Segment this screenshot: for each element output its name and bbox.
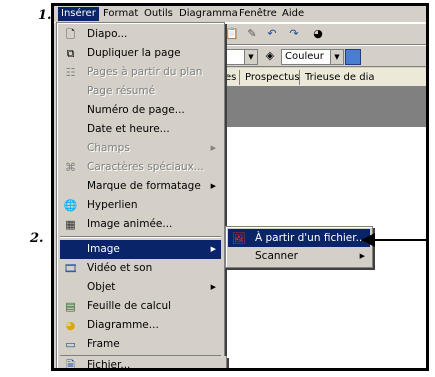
menu-item-caracteres-speciaux: ⌘ Caractères spéciaux... xyxy=(65,161,204,174)
menu-item-date-et-heure[interactable]: Date et heure... xyxy=(60,120,221,139)
workspace-background xyxy=(219,87,426,127)
menu-item-frame[interactable]: ▭ Frame xyxy=(60,335,221,354)
submenu-item-a-partir-dun-fichier[interactable]: 🖼 À partir d'un fichier... xyxy=(228,229,370,247)
submenu-item-scanner[interactable]: Scanner ▶ xyxy=(228,247,370,265)
line-style-combo[interactable]: ▼ xyxy=(223,49,258,65)
spreadsheet-icon: ▤ xyxy=(65,300,76,313)
step-2-label: 2. xyxy=(30,231,44,246)
menu-outils[interactable]: Outils xyxy=(141,7,176,21)
standard-toolbar: 📋 ✎ ↶ ↷ ◕ xyxy=(219,23,426,45)
color-combo-value: Couleur xyxy=(285,51,324,62)
redo-icon[interactable]: ↷ xyxy=(287,27,301,41)
menu-item-fichier[interactable]: 🗎 Fichier... xyxy=(60,356,223,368)
menu-item-feuille-de-calcul[interactable]: ▤ Feuille de calcul xyxy=(60,297,221,316)
chevron-down-icon[interactable]: ▼ xyxy=(330,50,343,64)
fill-bucket-icon[interactable]: ◈ xyxy=(263,49,277,63)
pages-from-outline-icon: ☷ xyxy=(65,66,76,79)
insert-menu: 🗋 Diapo... ⧉ Dupliquer la page ☷ Pages à… xyxy=(56,22,225,366)
duplicate-page-icon: ⧉ xyxy=(66,47,75,60)
chart-icon: ◕ xyxy=(65,319,76,332)
undo-icon[interactable]: ↶ xyxy=(265,27,279,41)
hyperlink-icon: 🌐 xyxy=(63,199,78,212)
from-file-icon: 🖼 xyxy=(231,232,246,245)
menu-bar: Insérer Format Outils Diagramma Fenêtre … xyxy=(54,6,426,23)
menu-item-pages-a-partir-du-plan: ☷ Pages à partir du plan xyxy=(60,63,221,82)
special-characters-icon: ⌘ xyxy=(65,161,76,174)
insert-file-icon: 🗎 xyxy=(66,359,75,368)
menu-item-numero-de-page[interactable]: Numéro de page... xyxy=(60,101,221,120)
line-fill-toolbar: ▼ ◈ Couleur ▼ xyxy=(219,45,426,67)
tab-prospectus[interactable]: Prospectus xyxy=(239,70,305,85)
menu-fenetre[interactable]: Fenêtre xyxy=(236,7,280,21)
submenu-arrow-icon: ▶ xyxy=(359,252,365,260)
menu-item-marque-de-formatage[interactable]: Marque de formatage ▶ xyxy=(60,177,221,196)
menu-item-image-animee[interactable]: ▦ Image animée... xyxy=(60,215,221,234)
menu-item-diagramme[interactable]: ◕ Diagramme... xyxy=(60,316,221,335)
view-tabs: es Prospectus Trieuse de dia xyxy=(219,68,426,87)
image-submenu: 🖼 À partir d'un fichier... Scanner ▶ xyxy=(225,226,373,268)
pointer-arrow-icon xyxy=(361,233,375,247)
new-slide-icon: 🗋 xyxy=(66,28,75,41)
menu-item-dupliquer-la-page[interactable]: ⧉ Dupliquer la page xyxy=(60,44,221,63)
submenu-arrow-icon: ▶ xyxy=(210,182,216,190)
menu-separator xyxy=(60,236,221,238)
fill-color-icon[interactable] xyxy=(345,49,361,65)
menu-item-image[interactable]: Image ▶ xyxy=(60,240,221,259)
menu-item-diapo[interactable]: 🗋 Diapo... xyxy=(60,25,221,44)
menu-format[interactable]: Format xyxy=(100,7,141,21)
chevron-down-icon[interactable]: ▼ xyxy=(244,50,257,64)
menu-item-champs: Champs ▶ xyxy=(60,139,221,158)
video-sound-icon: 🎞 xyxy=(63,262,78,275)
color-combo[interactable]: Couleur ▼ xyxy=(281,49,344,65)
menu-diagramma[interactable]: Diagramma xyxy=(176,7,241,21)
menu-aide[interactable]: Aide xyxy=(279,7,307,21)
menu-item-video-et-son[interactable]: 🎞 Vidéo et son xyxy=(60,259,221,278)
submenu-arrow-icon: ▶ xyxy=(210,144,216,152)
pointer-arrow-shaft xyxy=(372,239,428,241)
app-window: Insérer Format Outils Diagramma Fenêtre … xyxy=(54,6,426,368)
screenshot-frame: Insérer Format Outils Diagramma Fenêtre … xyxy=(51,3,429,371)
menu-item-fichier-wrapper: 🗎 Fichier... xyxy=(56,356,227,368)
menu-item-page-resume: Page résumé xyxy=(87,85,156,97)
chart-toolbar-icon[interactable]: ◕ xyxy=(311,27,325,41)
format-paintbrush-icon[interactable]: ✎ xyxy=(245,27,259,41)
frame-icon: ▭ xyxy=(65,338,76,351)
step-1-label: 1. xyxy=(38,8,52,23)
menu-inserer[interactable]: Insérer xyxy=(58,7,99,21)
menu-item-objet[interactable]: Objet ▶ xyxy=(60,278,221,297)
paste-icon[interactable]: 📋 xyxy=(225,27,239,41)
tab-trieuse-de-diapos[interactable]: Trieuse de dia xyxy=(299,70,380,85)
menu-item-hyperlien[interactable]: 🌐 Hyperlien xyxy=(60,196,221,215)
submenu-arrow-icon: ▶ xyxy=(210,245,216,253)
animated-image-icon: ▦ xyxy=(65,218,76,231)
submenu-arrow-icon: ▶ xyxy=(210,283,216,291)
